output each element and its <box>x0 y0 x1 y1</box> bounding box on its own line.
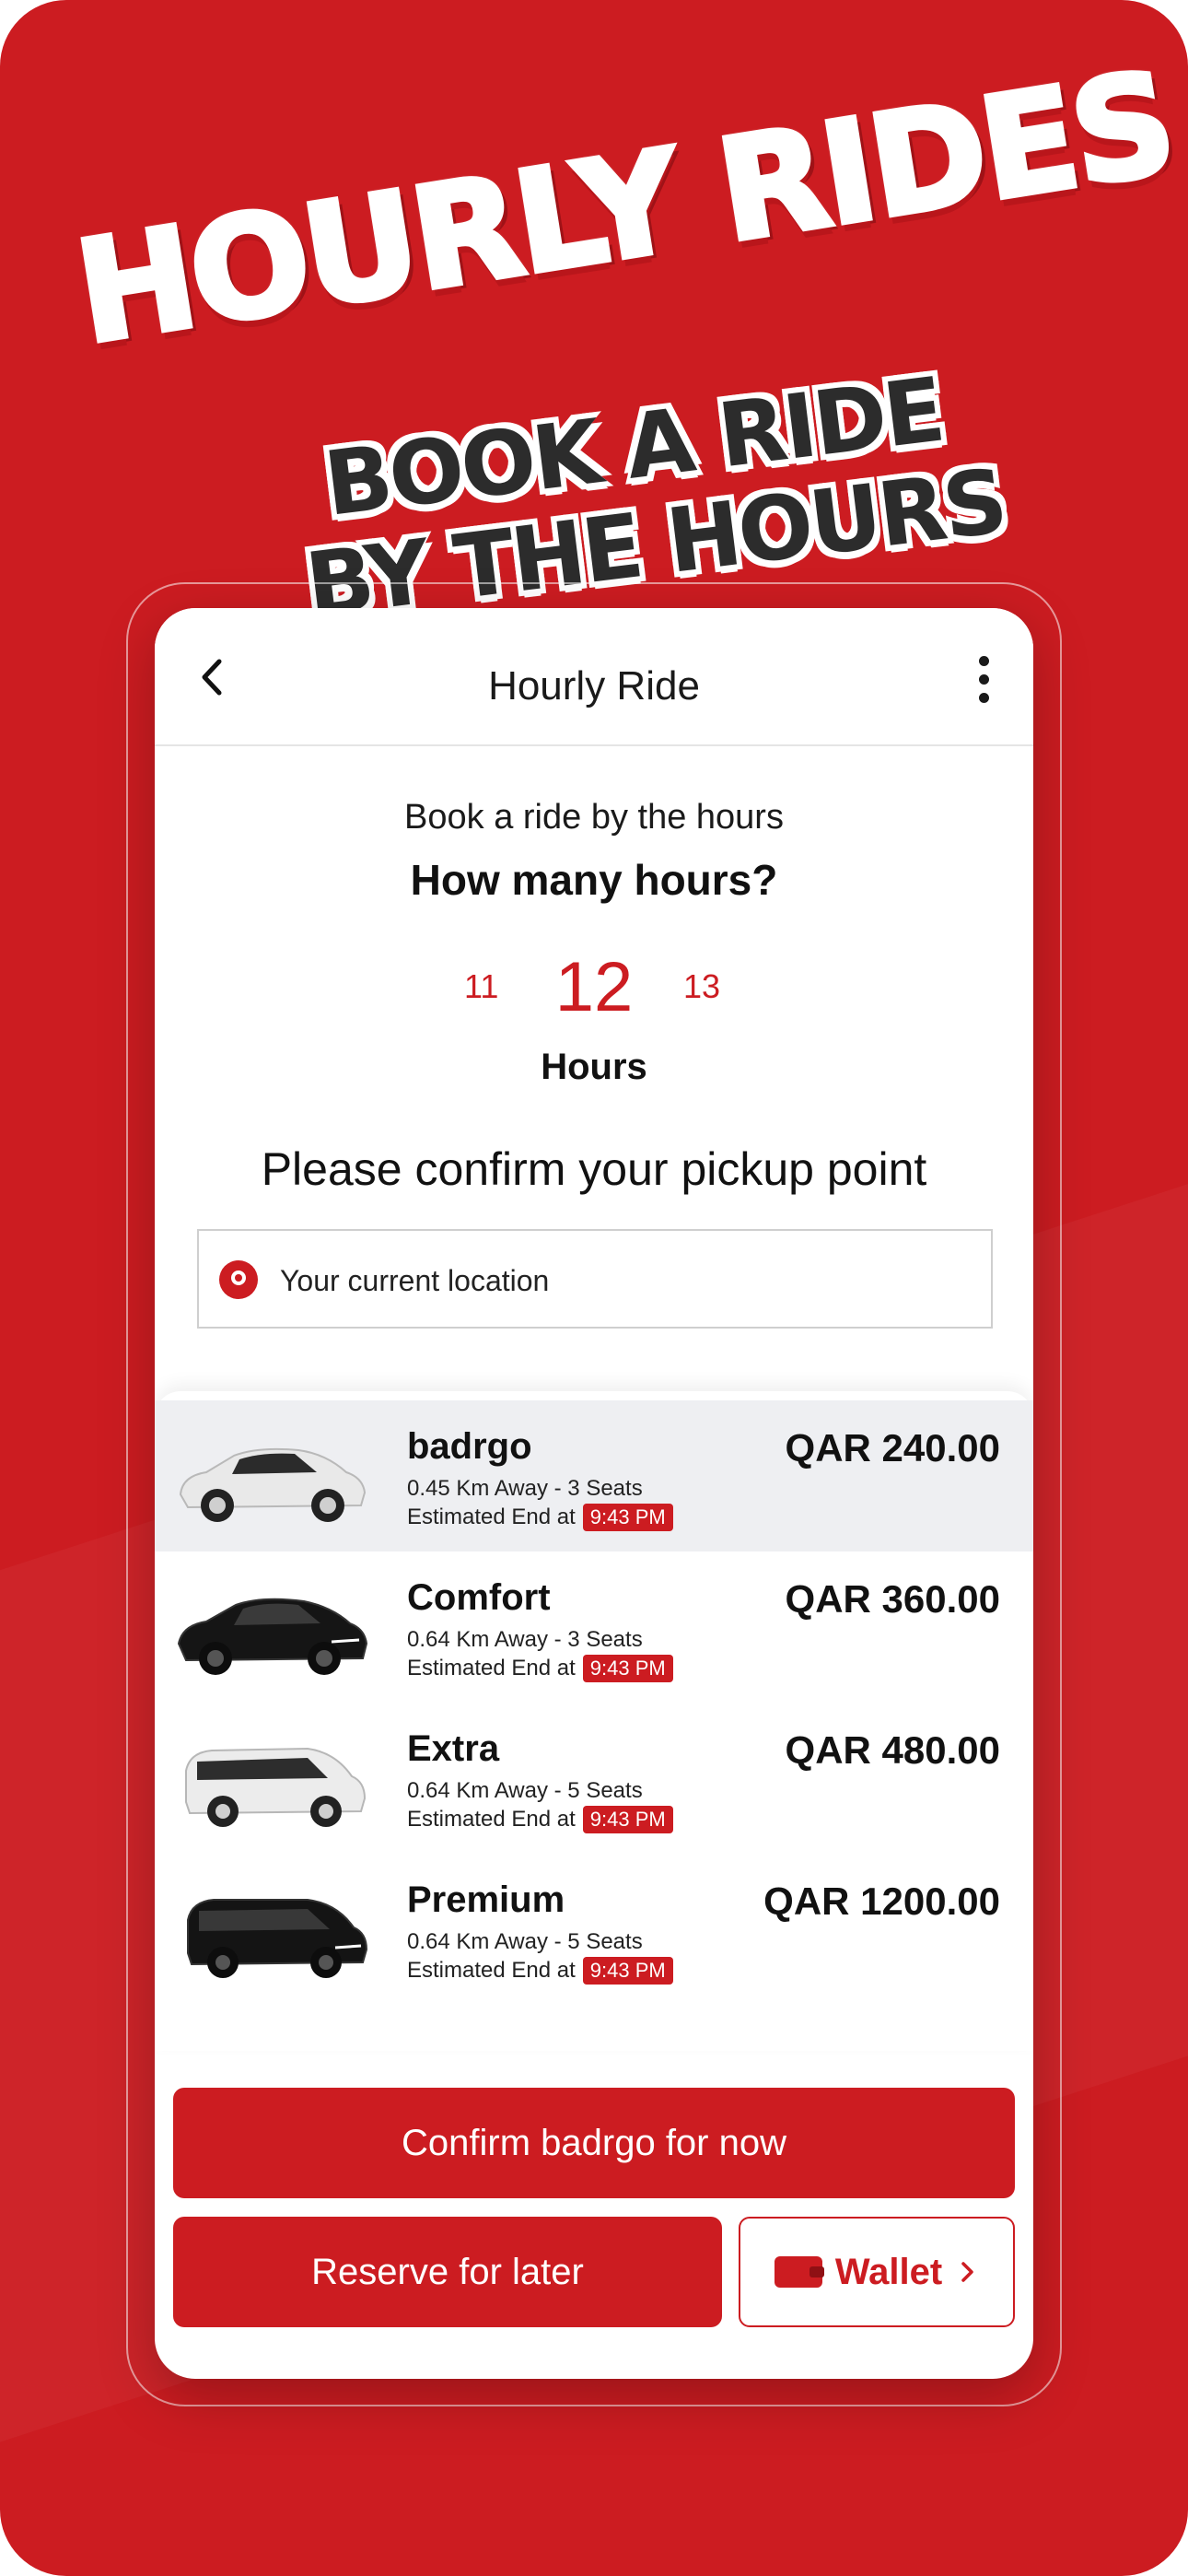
ride-option-badrgo[interactable]: badrgo 0.45 Km Away - 3 Seats Estimated … <box>155 1400 1033 1551</box>
app-screen: Hourly Ride Book a ride by the hours How… <box>155 608 1033 2379</box>
reserve-later-button[interactable]: Reserve for later <box>173 2217 722 2327</box>
ride-end-time-badge: 9:43 PM <box>582 1504 673 1531</box>
pickup-location-field[interactable]: Your current location <box>197 1229 993 1329</box>
ride-name: Extra <box>407 1728 500 1769</box>
ride-end-label: Estimated End at <box>407 1958 576 1983</box>
ride-end-time-badge: 9:43 PM <box>582 1957 673 1985</box>
ride-options-list: badrgo 0.45 Km Away - 3 Seats Estimated … <box>155 1391 1033 2051</box>
hour-option-next[interactable]: 13 <box>683 967 720 1006</box>
ride-name: badrgo <box>407 1426 532 1467</box>
headline-title: HOURLY RIDES <box>64 39 1184 378</box>
ride-option-extra[interactable]: Extra 0.64 Km Away - 5 Seats Estimated E… <box>155 1703 1033 1854</box>
hour-option-selected[interactable]: 12 <box>155 947 1033 1027</box>
ride-estimated-end: Estimated End at 9:43 PM <box>407 1655 673 1682</box>
ride-option-comfort[interactable]: Comfort 0.64 Km Away - 3 Seats Estimated… <box>155 1551 1033 1703</box>
top-bar: Hourly Ride <box>155 608 1033 746</box>
ride-end-time-badge: 9:43 PM <box>582 1806 673 1833</box>
ride-name: Premium <box>407 1879 565 1920</box>
promo-headline: HOURLY RIDES BOOK A RIDE BY THE HOURS <box>0 0 1188 663</box>
wallet-icon <box>774 2256 824 2288</box>
ride-price: QAR 360.00 <box>785 1577 1000 1621</box>
pickup-title: Please confirm your pickup point <box>261 1143 927 1195</box>
page-title: Hourly Ride <box>488 663 700 708</box>
white-sedan-icon <box>179 1447 367 1522</box>
ride-price: QAR 240.00 <box>785 1426 1000 1469</box>
hours-unit-label: Hours <box>541 1047 647 1087</box>
promo-background: HOURLY RIDES BOOK A RIDE BY THE HOURS Ho… <box>0 0 1188 2576</box>
wallet-label: Wallet <box>834 2251 943 2292</box>
ride-end-label: Estimated End at <box>407 1807 576 1832</box>
kebab-menu-icon[interactable] <box>974 656 993 703</box>
ride-end-label: Estimated End at <box>407 1505 576 1529</box>
ride-option-premium[interactable]: Premium 0.64 Km Away - 5 Seats Estimated… <box>155 1854 1033 2005</box>
black-van-icon <box>187 1899 368 1978</box>
wallet-button[interactable]: Wallet <box>739 2217 1015 2327</box>
ride-estimated-end: Estimated End at 9:43 PM <box>407 1504 673 1531</box>
black-sedan-icon <box>177 1598 368 1675</box>
ride-name: Comfort <box>407 1577 551 1618</box>
ride-price: QAR 480.00 <box>785 1728 1000 1772</box>
hours-question: How many hours? <box>410 856 778 904</box>
ride-estimated-end: Estimated End at 9:43 PM <box>407 1806 673 1833</box>
pickup-location-text: Your current location <box>280 1264 550 1297</box>
confirm-ride-button[interactable]: Confirm badrgo for now <box>173 2088 1015 2198</box>
hours-subtitle: Book a ride by the hours <box>404 798 784 837</box>
ride-distance: 0.64 Km Away - 5 Seats <box>407 1778 643 1803</box>
ride-distance: 0.45 Km Away - 3 Seats <box>407 1476 643 1501</box>
ride-estimated-end: Estimated End at 9:43 PM <box>407 1957 673 1985</box>
ride-end-time-badge: 9:43 PM <box>582 1655 673 1682</box>
location-pin-icon <box>219 1260 258 1299</box>
ride-distance: 0.64 Km Away - 3 Seats <box>407 1627 643 1652</box>
ride-end-label: Estimated End at <box>407 1656 576 1680</box>
ride-distance: 0.64 Km Away - 5 Seats <box>407 1929 643 1954</box>
chevron-right-icon <box>961 2262 973 2282</box>
white-van-icon <box>185 1747 367 1827</box>
ride-price: QAR 1200.00 <box>763 1879 1000 1923</box>
